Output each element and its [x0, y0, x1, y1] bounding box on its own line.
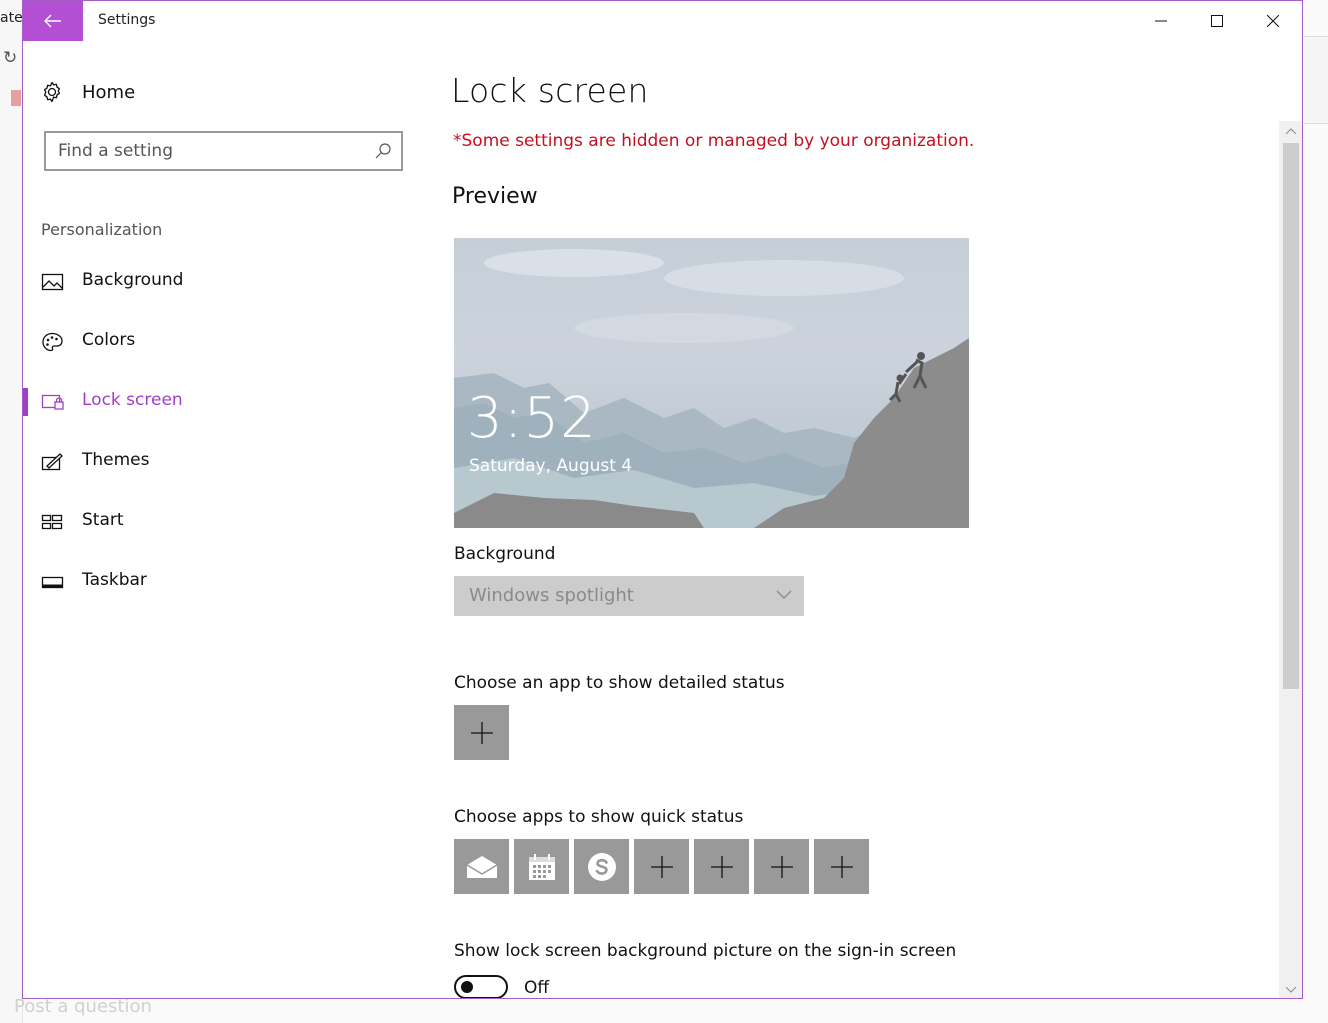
preview-time: 3:52	[467, 386, 597, 451]
window-title: Settings	[98, 12, 156, 28]
skype-icon	[587, 852, 616, 881]
background-post-question: Post a question	[14, 996, 152, 1017]
palette-icon	[42, 332, 63, 352]
title-bar: Settings	[23, 1, 1302, 41]
themes-icon	[41, 453, 63, 471]
plus-icon	[830, 855, 853, 878]
sidebar-item-label: Background	[82, 270, 184, 290]
vertical-scrollbar[interactable]	[1279, 121, 1302, 998]
background-tab-text: ate	[0, 10, 23, 26]
sidebar-item-label: Colors	[82, 330, 136, 350]
background-bookmark-icon	[11, 90, 21, 106]
detailed-status-add-button[interactable]	[454, 705, 509, 760]
sidebar-item-label: Start	[82, 510, 124, 530]
signin-background-label: Show lock screen background picture on t…	[454, 941, 957, 961]
background-app-panel	[1304, 36, 1328, 124]
sidebar-item-label: Taskbar	[82, 570, 147, 590]
managed-notice[interactable]: *Some settings are hidden or managed by …	[453, 131, 974, 151]
chevron-down-icon	[776, 590, 792, 599]
maximize-icon	[1211, 15, 1223, 27]
preview-heading: Preview	[452, 184, 538, 209]
preview-date: Saturday, August 4	[469, 456, 633, 476]
sidebar-home[interactable]: Home	[41, 79, 135, 105]
lock-screen-preview: 3:52 Saturday, August 4	[454, 238, 969, 528]
scroll-down-arrow-icon	[1286, 987, 1296, 993]
mountain-landscape-image	[454, 249, 969, 528]
gear-icon	[43, 81, 61, 103]
quick-status-skype-tile[interactable]	[574, 839, 629, 894]
quick-status-add-button[interactable]	[634, 839, 689, 894]
scroll-down-button[interactable]	[1279, 980, 1302, 998]
quick-status-add-button[interactable]	[814, 839, 869, 894]
page-title: Lock screen	[451, 71, 649, 110]
section-label-personalization: Personalization	[41, 220, 163, 239]
plus-icon	[650, 855, 673, 878]
start-icon	[41, 514, 63, 530]
sidebar-item-colors[interactable]: Colors	[23, 320, 423, 364]
sidebar-item-label: Lock screen	[82, 390, 183, 410]
search-box	[44, 131, 403, 171]
quick-status-label: Choose apps to show quick status	[454, 807, 744, 827]
quick-status-add-button[interactable]	[754, 839, 809, 894]
lock-screen-icon	[41, 394, 64, 410]
search-icon[interactable]	[373, 141, 393, 161]
minimize-icon	[1155, 20, 1167, 22]
background-app-strip	[0, 0, 23, 1023]
sidebar: Home Personalization Background Colors	[23, 41, 423, 998]
signin-background-toggle[interactable]	[454, 975, 508, 998]
close-icon	[1267, 15, 1279, 27]
toggle-knob	[461, 981, 473, 993]
minimize-button[interactable]	[1133, 1, 1189, 41]
plus-icon	[770, 855, 793, 878]
taskbar-icon	[41, 576, 64, 589]
background-dropdown-value: Windows spotlight	[469, 585, 634, 606]
calendar-icon	[528, 853, 555, 880]
sidebar-home-label: Home	[82, 81, 136, 103]
sidebar-item-taskbar[interactable]: Taskbar	[23, 560, 423, 604]
plus-icon	[470, 721, 493, 744]
scroll-up-button[interactable]	[1279, 121, 1302, 141]
back-arrow-icon	[44, 14, 61, 28]
sidebar-item-label: Themes	[82, 450, 150, 470]
back-button[interactable]	[23, 1, 83, 41]
toggle-state-label: Off	[524, 978, 550, 998]
scroll-up-arrow-icon	[1286, 128, 1296, 134]
sidebar-item-lock-screen[interactable]: Lock screen	[23, 380, 423, 424]
refresh-icon: ↻	[3, 48, 18, 68]
quick-status-calendar-tile[interactable]	[514, 839, 569, 894]
sidebar-item-background[interactable]: Background	[23, 260, 423, 304]
background-label: Background	[454, 544, 556, 564]
detailed-status-label: Choose an app to show detailed status	[454, 673, 785, 693]
mail-icon	[466, 855, 497, 878]
quick-status-add-button[interactable]	[694, 839, 749, 894]
sidebar-item-start[interactable]: Start	[23, 500, 423, 544]
background-dropdown[interactable]: Windows spotlight	[454, 576, 804, 616]
quick-status-mail-tile[interactable]	[454, 839, 509, 894]
close-button[interactable]	[1245, 1, 1301, 41]
picture-icon	[41, 273, 64, 291]
settings-window: Settings Home Personalization	[22, 0, 1303, 999]
main-content: Lock screen *Some settings are hidden or…	[451, 41, 1281, 998]
sidebar-item-themes[interactable]: Themes	[23, 440, 423, 484]
maximize-button[interactable]	[1189, 1, 1245, 41]
search-input[interactable]	[58, 139, 358, 163]
plus-icon	[710, 855, 733, 878]
scrollbar-thumb[interactable]	[1283, 143, 1299, 689]
active-indicator	[23, 388, 28, 416]
